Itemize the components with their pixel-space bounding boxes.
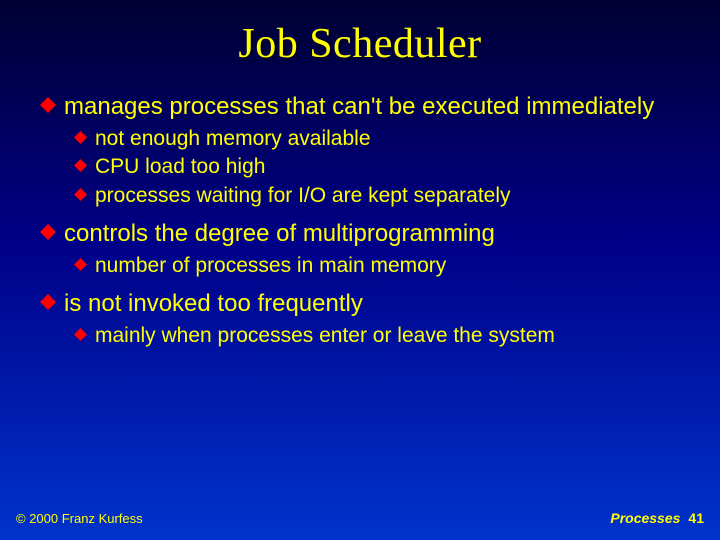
bullet-level1: manages processes that can't be executed… bbox=[40, 92, 680, 122]
bullet-text: mainly when processes enter or leave the… bbox=[95, 323, 680, 349]
slide-title: Job Scheduler bbox=[40, 20, 680, 68]
page-label: Processes 41 bbox=[610, 510, 704, 526]
bullet-text: not enough memory available bbox=[95, 126, 680, 152]
bullet-text: controls the degree of multiprogramming bbox=[64, 219, 680, 249]
bullet-text: number of processes in main memory bbox=[95, 253, 680, 279]
bullet-level2: CPU load too high bbox=[74, 154, 680, 180]
page-section: Processes bbox=[610, 510, 680, 526]
diamond-icon bbox=[40, 97, 56, 113]
slide: Job Scheduler manages processes that can… bbox=[0, 0, 720, 540]
bullet-level2: processes waiting for I/O are kept separ… bbox=[74, 183, 680, 209]
diamond-icon bbox=[74, 159, 87, 172]
bullet-level2: not enough memory available bbox=[74, 126, 680, 152]
footer-copyright: © 2000 Franz Kurfess bbox=[16, 511, 143, 526]
diamond-icon bbox=[40, 224, 56, 240]
bullet-level2: mainly when processes enter or leave the… bbox=[74, 323, 680, 349]
bullet-text: CPU load too high bbox=[95, 154, 680, 180]
bullet-text: processes waiting for I/O are kept separ… bbox=[95, 183, 680, 209]
bullet-text: manages processes that can't be executed… bbox=[64, 92, 680, 122]
diamond-icon bbox=[74, 188, 87, 201]
slide-content: manages processes that can't be executed… bbox=[40, 92, 680, 349]
diamond-icon bbox=[74, 258, 87, 271]
bullet-text: is not invoked too frequently bbox=[64, 289, 680, 319]
bullet-level1: is not invoked too frequently bbox=[40, 289, 680, 319]
bullet-level2: number of processes in main memory bbox=[74, 253, 680, 279]
diamond-icon bbox=[40, 294, 56, 310]
bullet-level1: controls the degree of multiprogramming bbox=[40, 219, 680, 249]
diamond-icon bbox=[74, 131, 87, 144]
diamond-icon bbox=[74, 328, 87, 341]
page-number: 41 bbox=[688, 510, 704, 526]
